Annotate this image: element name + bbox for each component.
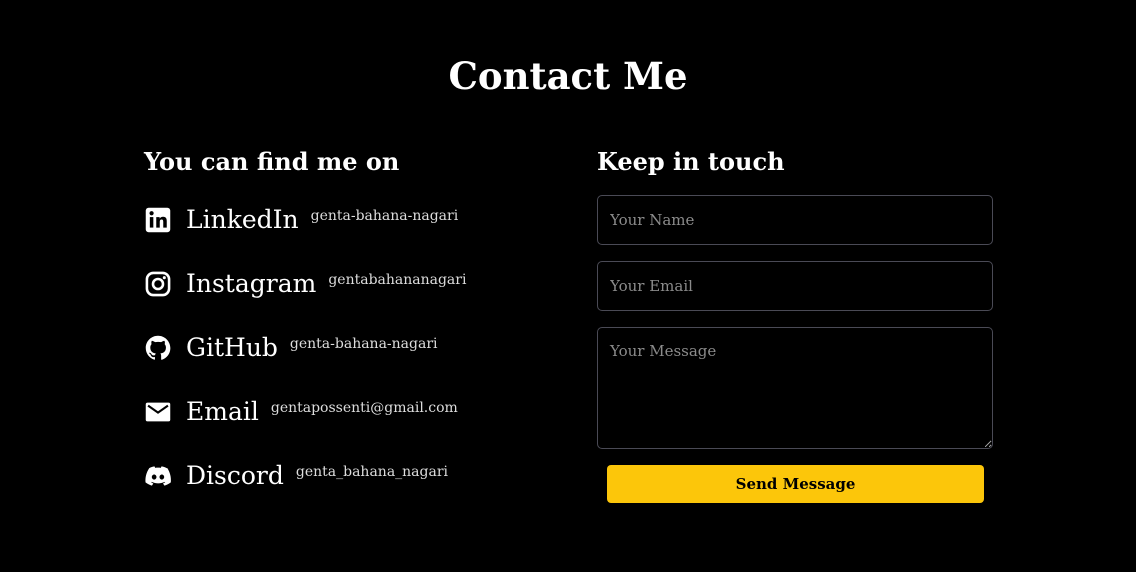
name-input[interactable] (597, 195, 993, 245)
contact-form: Send Message (597, 195, 993, 503)
github-icon (144, 334, 172, 362)
social-link-github[interactable]: GitHub genta-bahana-nagari (144, 330, 564, 366)
social-heading: You can find me on (144, 147, 400, 176)
mail-icon (144, 398, 172, 426)
social-list: LinkedIn genta-bahana-nagari Instagram g… (144, 202, 564, 494)
social-name: LinkedIn (186, 205, 299, 234)
social-link-linkedin[interactable]: LinkedIn genta-bahana-nagari (144, 202, 564, 238)
social-handle: genta-bahana-nagari (289, 336, 438, 352)
contact-form-section: Keep in touch Send Message (597, 144, 993, 503)
instagram-icon (144, 270, 172, 298)
social-name: Instagram (186, 269, 317, 298)
social-link-instagram[interactable]: Instagram gentabahananagari (144, 266, 564, 302)
email-input[interactable] (597, 261, 993, 311)
social-handle: gentapossenti@gmail.com (270, 400, 458, 416)
social-handle: gentabahananagari (328, 272, 467, 288)
social-link-discord[interactable]: Discord genta_bahana_nagari (144, 458, 564, 494)
discord-icon (144, 462, 172, 490)
social-name: Email (186, 397, 259, 426)
social-handle: genta_bahana_nagari (295, 464, 449, 480)
linkedin-icon (144, 206, 172, 234)
message-textarea[interactable] (597, 327, 993, 449)
social-link-email[interactable]: Email gentapossenti@gmail.com (144, 394, 564, 430)
social-name: GitHub (186, 333, 278, 362)
social-handle: genta-bahana-nagari (310, 208, 459, 224)
social-name: Discord (186, 461, 284, 490)
send-message-button[interactable]: Send Message (607, 465, 984, 503)
page-title: Contact Me (448, 53, 688, 98)
social-section: You can find me on LinkedIn genta-bahana… (144, 144, 564, 522)
form-heading: Keep in touch (597, 147, 785, 176)
contact-page: Contact Me You can find me on LinkedIn g… (0, 0, 1136, 572)
